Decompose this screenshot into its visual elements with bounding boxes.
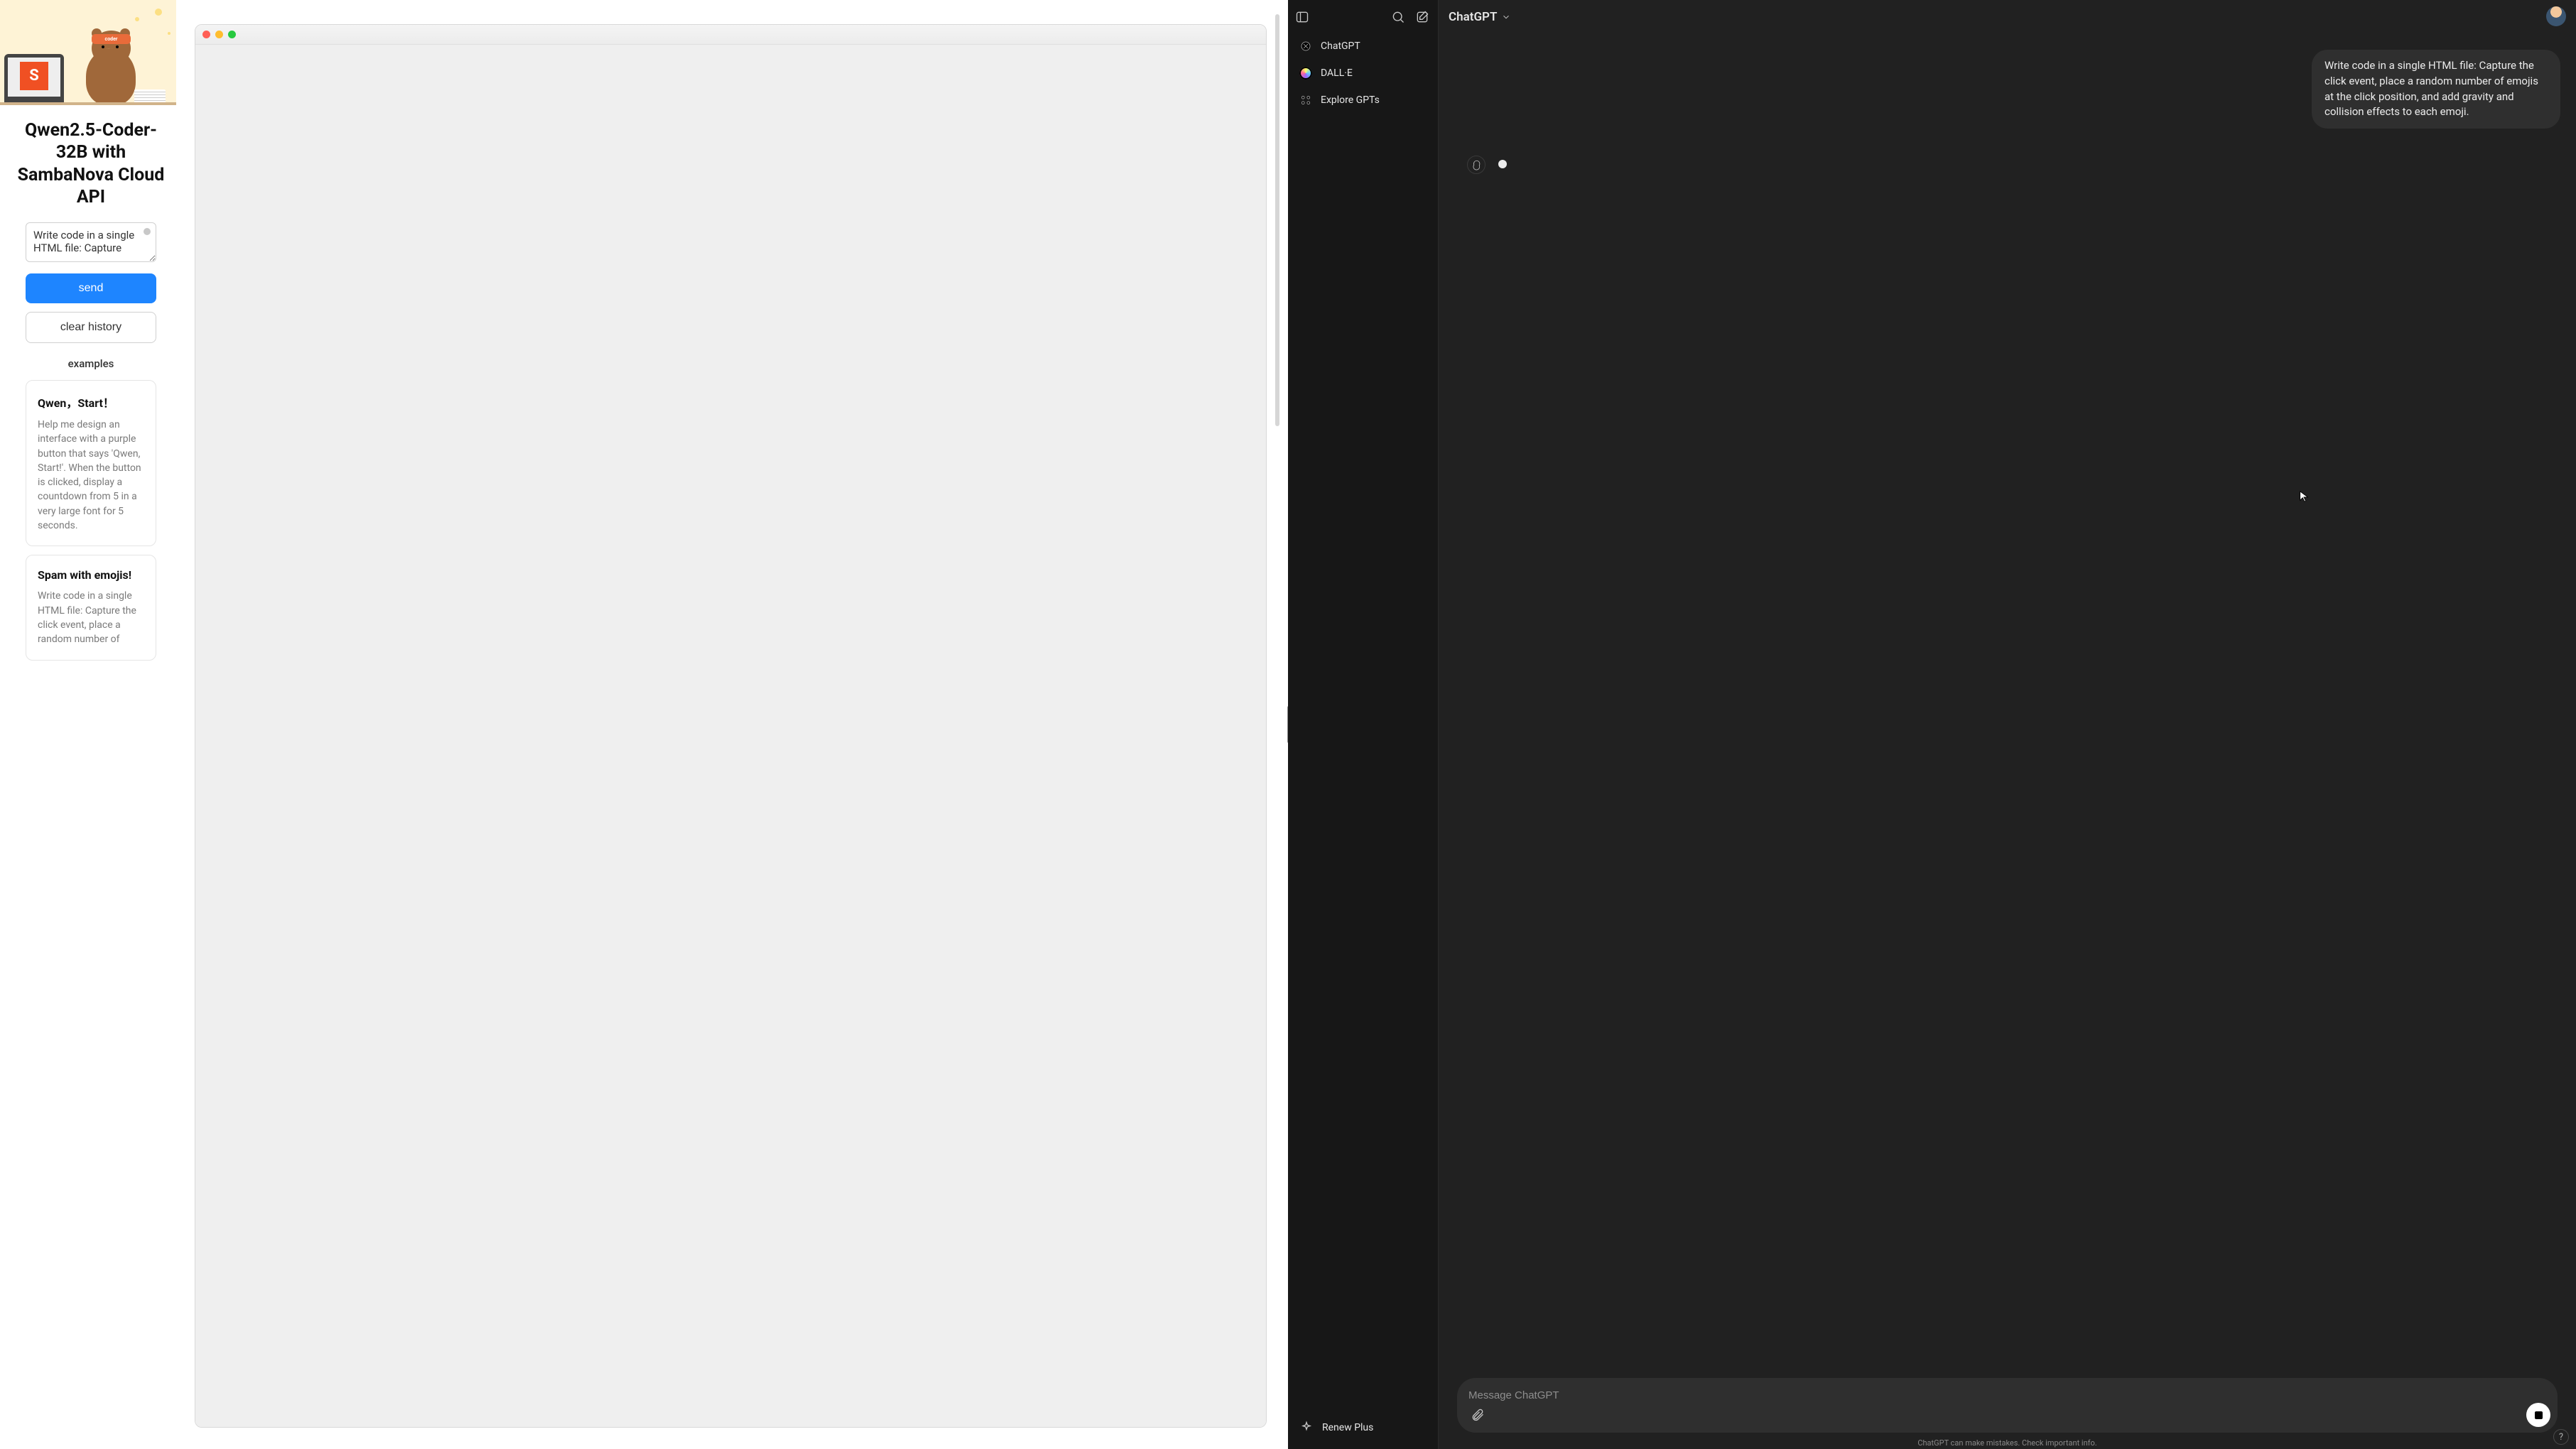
assistant-avatar-icon — [1467, 156, 1485, 174]
assistant-row — [1467, 154, 2560, 174]
chatgpt-app: ChatGPT DALL·E Explore GPTs Renew Plus — [1288, 0, 2576, 1449]
chevron-down-icon — [1501, 12, 1511, 22]
example-title: Spam with emojis! — [38, 568, 144, 582]
stop-generating-button[interactable] — [2526, 1403, 2550, 1427]
send-button[interactable]: send — [26, 273, 156, 303]
sidebar-item-chatgpt[interactable]: ChatGPT — [1294, 34, 1431, 58]
scrollbar-thumb[interactable] — [1275, 14, 1279, 426]
chatgpt-header: ChatGPT — [1439, 0, 2576, 34]
preview-window — [195, 24, 1267, 1428]
composer-box[interactable] — [1457, 1378, 2558, 1433]
chatgpt-sidebar: ChatGPT DALL·E Explore GPTs Renew Plus — [1288, 0, 1439, 1449]
preview-body[interactable] — [195, 45, 1266, 1427]
headband-text: coder — [92, 34, 131, 44]
examples-label: examples — [68, 357, 114, 370]
renew-plus-button[interactable]: Renew Plus — [1294, 1413, 1431, 1442]
sidebar-item-label: Explore GPTs — [1321, 94, 1380, 106]
composer — [1439, 1369, 2576, 1438]
window-titlebar — [195, 25, 1266, 45]
thinking-indicator-icon — [1498, 160, 1507, 168]
zoom-window-icon[interactable] — [228, 31, 236, 38]
qwen-sidebar: S coder Qwen2.5-Coder-32B with SambaNova… — [0, 0, 176, 1449]
conversation-thread: Write code in a single HTML file: Captur… — [1439, 34, 2576, 1369]
example-card[interactable]: Qwen，Start！ Help me design an interface … — [26, 380, 156, 546]
sidebar-item-label: ChatGPT — [1321, 40, 1360, 52]
sidebar-item-explore[interactable]: Explore GPTs — [1294, 88, 1431, 112]
preview-pane — [176, 0, 1288, 1449]
help-button[interactable]: ? — [2553, 1429, 2569, 1445]
example-desc: Write code in a single HTML file: Captur… — [38, 589, 144, 646]
sidebar-item-dalle[interactable]: DALL·E — [1294, 61, 1431, 85]
paperclip-icon — [1471, 1408, 1485, 1422]
example-title: Qwen，Start！ — [38, 394, 144, 411]
examples-divider: examples — [61, 357, 121, 370]
new-chat-icon[interactable] — [1415, 10, 1429, 24]
model-label: ChatGPT — [1449, 10, 1497, 24]
sambanova-logo: S — [20, 62, 48, 90]
chatgpt-main: ChatGPT Write code in a single HTML file… — [1439, 0, 2576, 1449]
collapse-sidebar-icon[interactable] — [1295, 10, 1309, 24]
prompt-textarea[interactable] — [26, 222, 156, 262]
clear-history-button[interactable]: clear history — [26, 312, 156, 343]
stop-icon — [2535, 1411, 2543, 1419]
disclaimer-text: ChatGPT can make mistakes. Check importa… — [1439, 1438, 2576, 1449]
textarea-scrollbar-thumb[interactable] — [144, 228, 151, 235]
message-input[interactable] — [1468, 1389, 2519, 1401]
renew-label: Renew Plus — [1322, 1422, 1373, 1433]
attach-button[interactable] — [1467, 1404, 1488, 1426]
sparkle-icon — [1299, 1421, 1314, 1435]
qwen-app: S coder Qwen2.5-Coder-32B with SambaNova… — [0, 0, 1288, 1449]
sidebar-item-label: DALL·E — [1321, 67, 1353, 79]
search-icon[interactable] — [1391, 10, 1405, 24]
user-avatar[interactable] — [2546, 6, 2566, 26]
page-title: Qwen2.5-Coder-32B with SambaNova Cloud A… — [6, 105, 176, 215]
minimize-window-icon[interactable] — [215, 31, 223, 38]
hero-illustration: S coder — [0, 0, 176, 105]
example-card[interactable]: Spam with emojis! Write code in a single… — [26, 555, 156, 660]
model-selector[interactable]: ChatGPT — [1449, 10, 1511, 24]
close-window-icon[interactable] — [202, 31, 210, 38]
example-desc: Help me design an interface with a purpl… — [38, 418, 144, 533]
chatgpt-icon — [1299, 40, 1312, 53]
explore-icon — [1299, 94, 1312, 107]
user-message: Write code in a single HTML file: Captur… — [2312, 50, 2560, 129]
dalle-icon — [1299, 67, 1312, 80]
